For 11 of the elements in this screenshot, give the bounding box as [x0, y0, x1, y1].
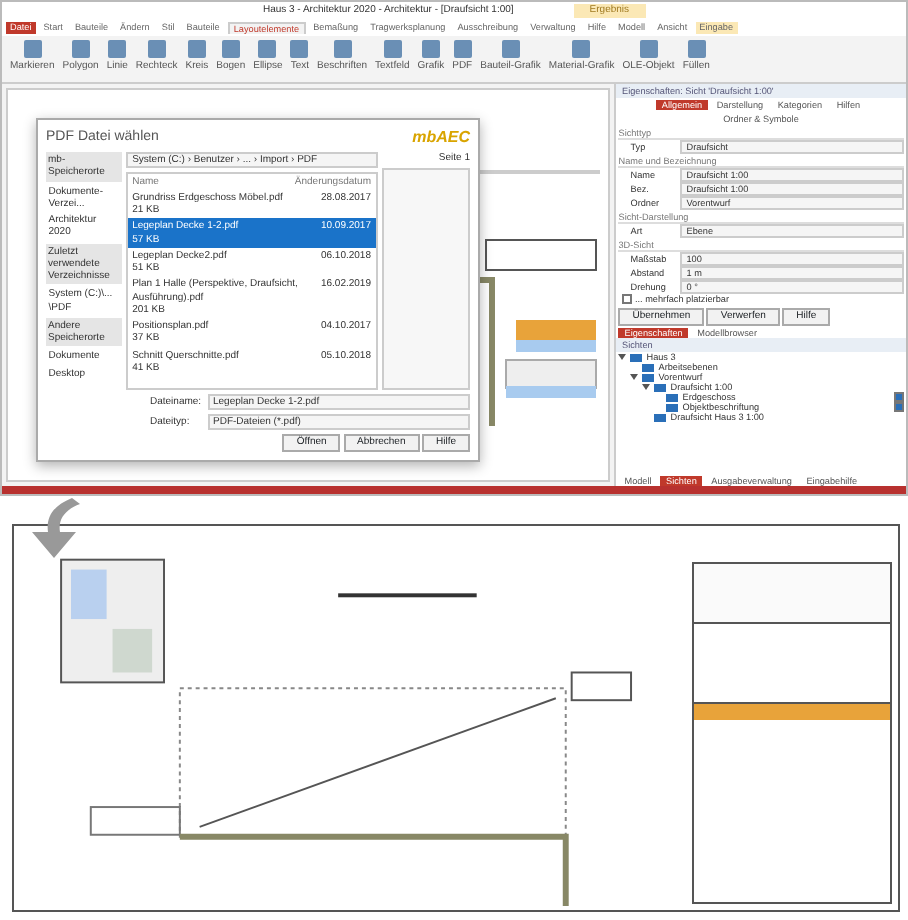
checkbox[interactable] — [621, 294, 631, 305]
tool-icon — [639, 40, 658, 58]
visibility-checkbox[interactable] — [893, 392, 904, 403]
tool-icon — [501, 40, 520, 58]
tool-icon — [147, 40, 166, 58]
tool-icon — [572, 40, 591, 58]
tool-icon — [687, 40, 706, 58]
logo: mbAEC — [412, 128, 470, 148]
tool-icon — [333, 40, 352, 58]
tool-icon — [23, 40, 42, 58]
visibility-checkbox[interactable] — [893, 402, 904, 413]
